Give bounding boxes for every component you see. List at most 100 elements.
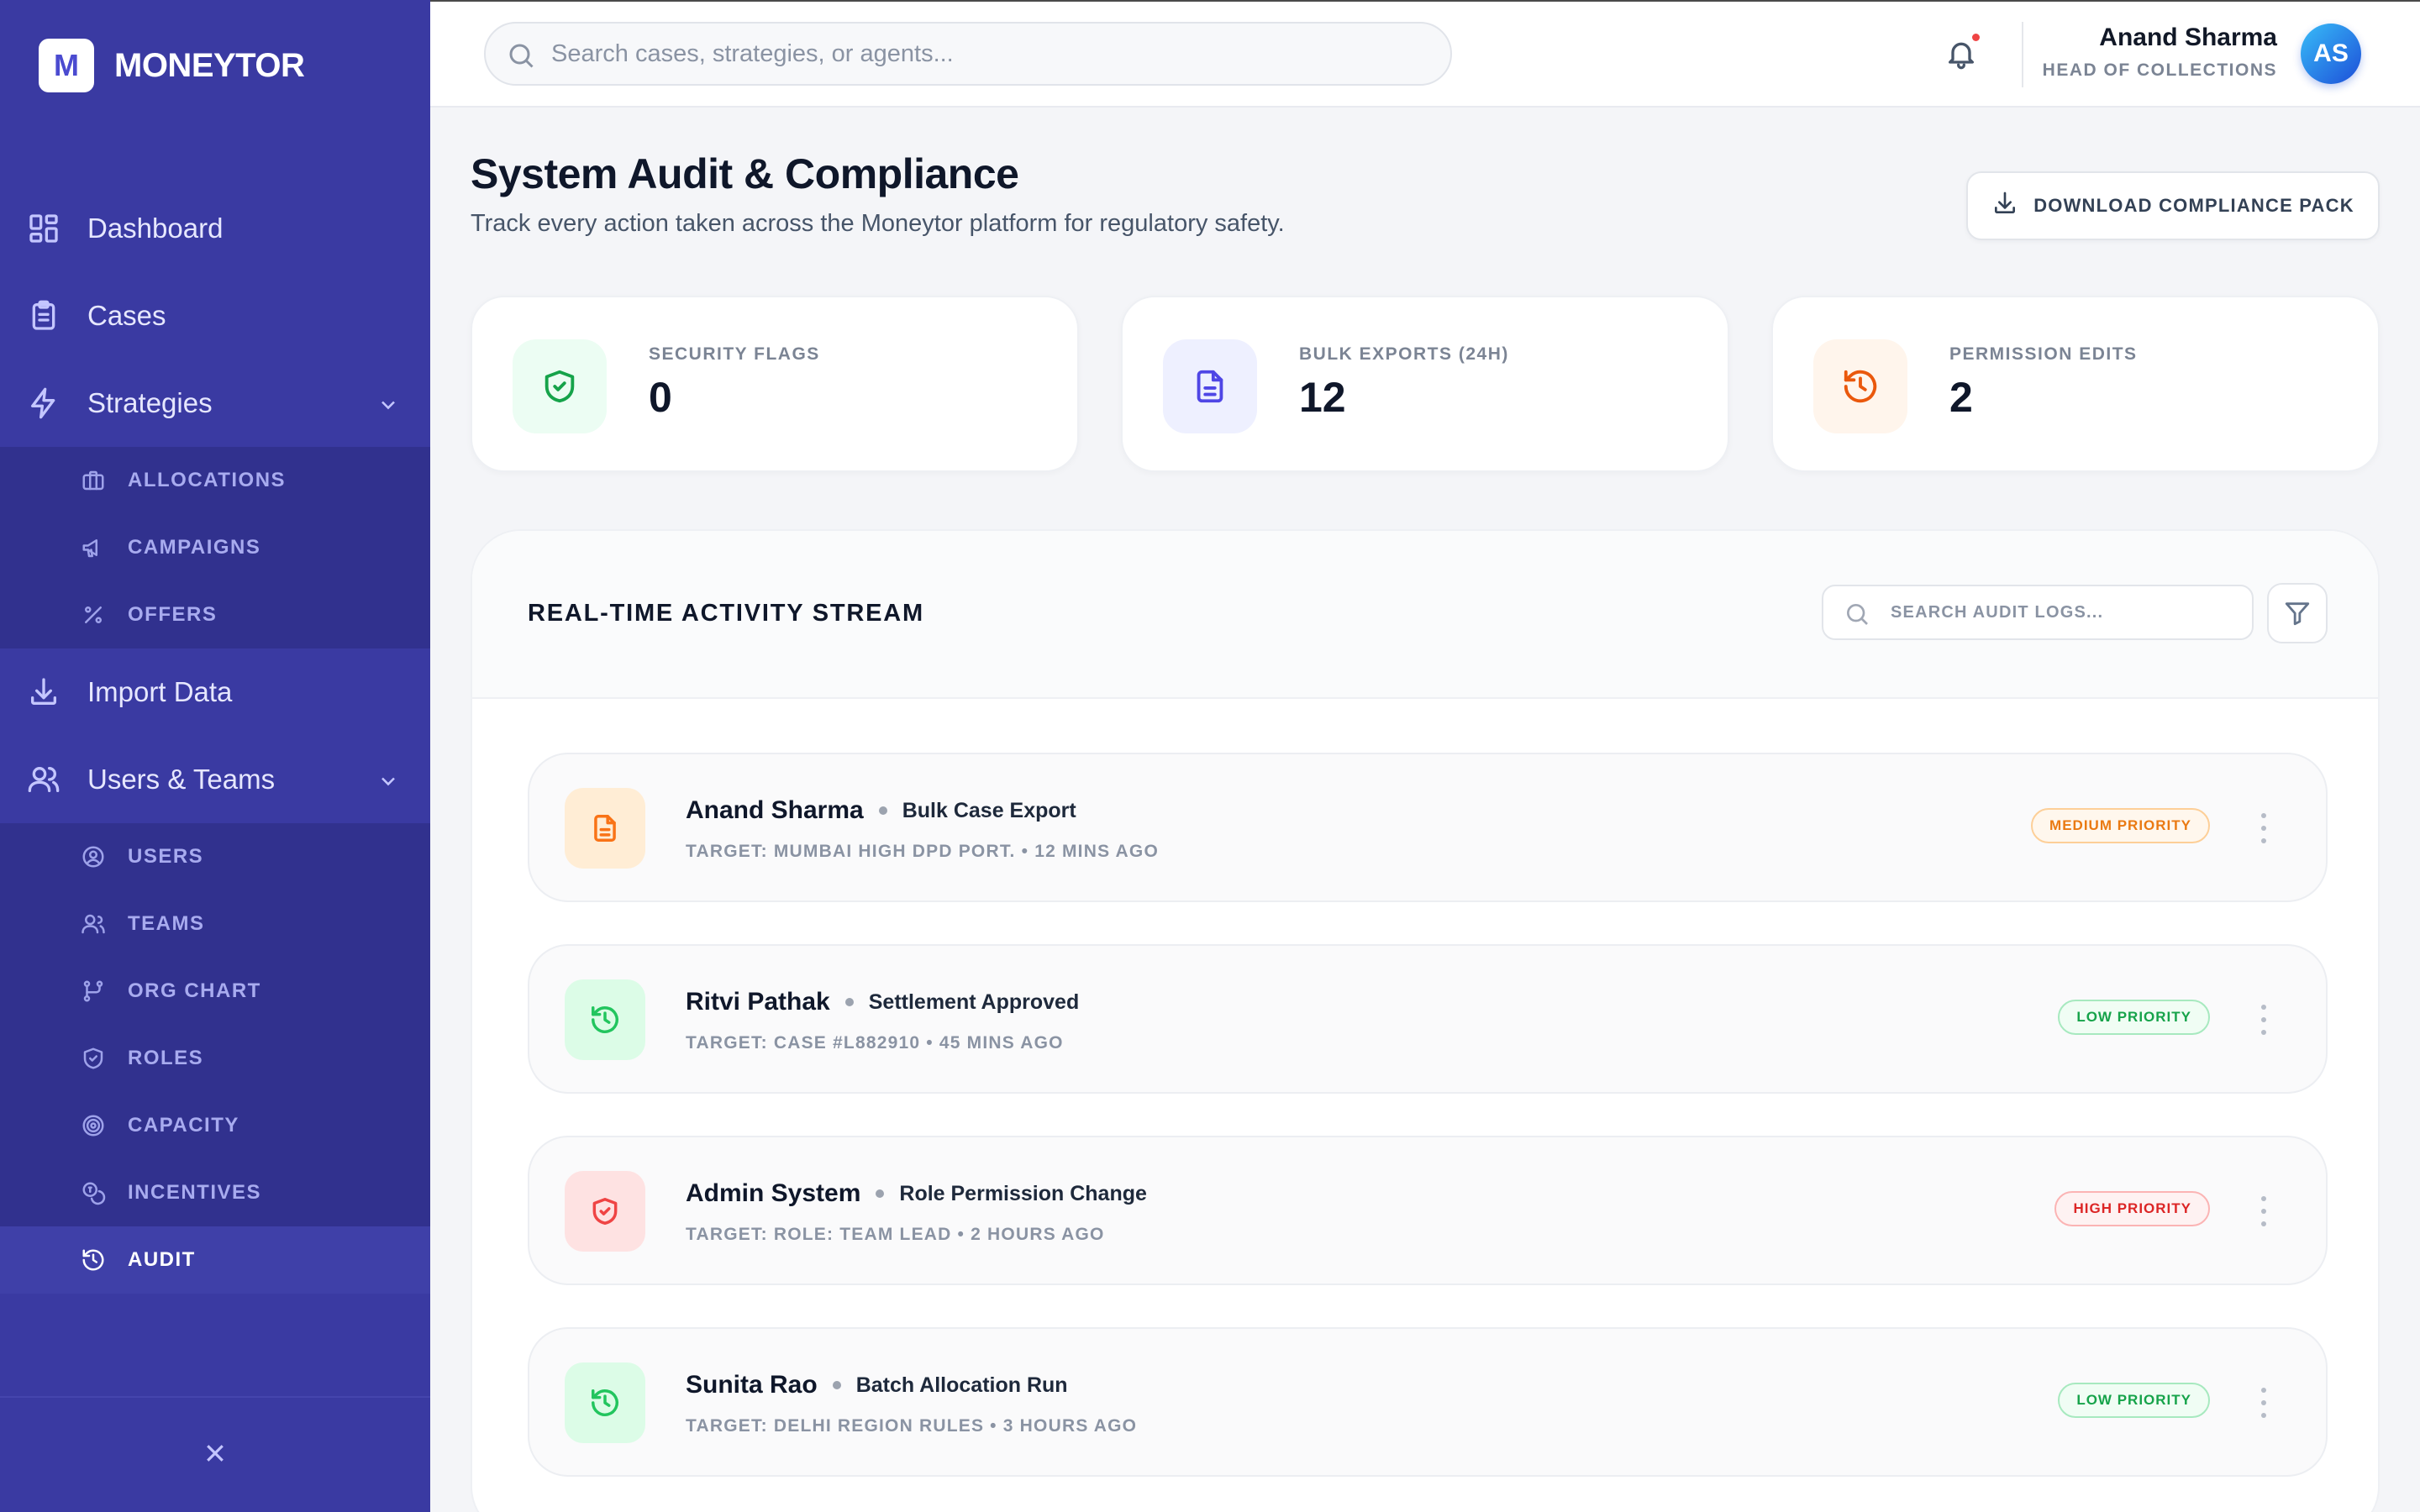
sidebar-item-label: INCENTIVES (128, 1181, 262, 1204)
target-icon (81, 1113, 106, 1138)
activity-row[interactable]: Admin System Role Permission Change TARG… (528, 1136, 2328, 1285)
avatar[interactable]: AS (2301, 24, 2361, 84)
activity-row-header: Anand Sharma Bulk Case Export (686, 796, 1076, 825)
sidebar-item-capacity[interactable]: CAPACITY (0, 1092, 430, 1159)
page-title: System Audit & Compliance (471, 150, 1019, 197)
sidebar-footer (0, 1396, 430, 1512)
page-subtitle: Track every action taken across the Mone… (471, 210, 1285, 237)
sidebar-item-users[interactable]: USERS (0, 823, 430, 890)
action-label: Settlement Approved (868, 990, 1080, 1014)
actor-name: Sunita Rao (686, 1371, 818, 1399)
history-icon (1813, 339, 1907, 433)
stat-label: PERMISSION EDITS (1949, 344, 2138, 364)
sidebar-item-teams[interactable]: TEAMS (0, 890, 430, 958)
megaphone-icon (81, 535, 106, 560)
user-profile[interactable]: Anand Sharma HEAD OF COLLECTIONS (2043, 24, 2277, 81)
activity-stream-title: REAL-TIME ACTIVITY STREAM (528, 600, 924, 627)
activity-row[interactable]: Anand Sharma Bulk Case Export TARGET: MU… (528, 753, 2328, 902)
history-icon (565, 1362, 645, 1443)
activity-meta: TARGET: ROLE: TEAM LEAD • 2 HOURS AGO (686, 1225, 1105, 1244)
activity-meta: TARGET: MUMBAI HIGH DPD PORT. • 12 MINS … (686, 842, 1159, 861)
sidebar-item-allocations[interactable]: ALLOCATIONS (0, 447, 430, 514)
audit-log-search-input[interactable]: SEARCH AUDIT LOGS... (1822, 585, 2254, 640)
action-label: Bulk Case Export (902, 798, 1076, 822)
briefcase-icon (81, 468, 106, 493)
filter-icon (2285, 602, 2310, 626)
topbar: Search cases, strategies, or agents... A… (430, 0, 2420, 108)
bolt-icon (27, 386, 60, 420)
global-search-input[interactable]: Search cases, strategies, or agents... (484, 22, 1452, 86)
separator-dot (832, 1381, 841, 1389)
search-icon (506, 40, 536, 71)
sidebar-item-offers[interactable]: OFFERS (0, 581, 430, 648)
sidebar-item-label: Import Data (87, 676, 233, 707)
notification-bell-button[interactable] (1944, 34, 1980, 71)
more-options-icon[interactable] (2259, 1388, 2269, 1418)
button-label: DOWNLOAD COMPLIANCE PACK (2033, 195, 2354, 216)
sidebar-item-org-chart[interactable]: ORG CHART (0, 958, 430, 1025)
activity-row[interactable]: Sunita Rao Batch Allocation Run TARGET: … (528, 1327, 2328, 1477)
actor-name: Admin System (686, 1179, 861, 1207)
team-icon (81, 911, 106, 937)
priority-badge: MEDIUM PRIORITY (2031, 808, 2210, 843)
sidebar-item-audit[interactable]: AUDIT (0, 1226, 430, 1294)
sidebar-item-label: ORG CHART (128, 979, 261, 1002)
sidebar-item-strategies[interactable]: Strategies (0, 360, 430, 447)
brand-logo[interactable]: M MONEYTOR (39, 39, 305, 92)
activity-row-header: Admin System Role Permission Change (686, 1179, 1147, 1208)
download-compliance-pack-button[interactable]: DOWNLOAD COMPLIANCE PACK (1966, 171, 2380, 240)
coins-icon (81, 1180, 106, 1205)
close-icon[interactable] (203, 1441, 228, 1470)
filter-button[interactable] (2267, 583, 2328, 643)
more-options-icon[interactable] (2259, 813, 2269, 843)
sidebar-item-cases[interactable]: Cases (0, 272, 430, 360)
action-label: Role Permission Change (899, 1181, 1147, 1205)
sidebar-item-campaigns[interactable]: CAMPAIGNS (0, 514, 430, 581)
actor-name: Ritvi Pathak (686, 988, 830, 1016)
shield-check-icon (565, 1171, 645, 1252)
user-role: HEAD OF COLLECTIONS (2042, 60, 2277, 80)
sidebar-item-incentives[interactable]: INCENTIVES (0, 1159, 430, 1226)
chevron-down-icon[interactable] (376, 391, 400, 415)
sidebar-nav: Dashboard Cases Strategies ALLOCATIONS C… (0, 185, 430, 1294)
sidebar-item-label: Strategies (87, 387, 213, 418)
stat-card-permission-edits: PERMISSION EDITS 2 (1771, 296, 2380, 472)
activity-stream-header: REAL-TIME ACTIVITY STREAM SEARCH AUDIT L… (472, 531, 2378, 699)
sidebar-item-label: ALLOCATIONS (128, 469, 287, 491)
sidebar-item-import-data[interactable]: Import Data (0, 648, 430, 736)
search-icon (1847, 604, 1868, 625)
stat-value: 12 (1299, 374, 1346, 421)
activity-row[interactable]: Ritvi Pathak Settlement Approved TARGET:… (528, 944, 2328, 1094)
activity-row-header: Sunita Rao Batch Allocation Run (686, 1371, 1068, 1399)
sidebar-item-roles[interactable]: ROLES (0, 1025, 430, 1092)
history-icon (565, 979, 645, 1060)
users-icon (27, 763, 60, 796)
shield-check-icon (513, 339, 607, 433)
user-name: Anand Sharma (2099, 24, 2277, 51)
sidebar-item-label: CAMPAIGNS (128, 536, 261, 559)
priority-badge: LOW PRIORITY (2058, 1000, 2210, 1035)
separator-dot (878, 806, 887, 815)
strategies-submenu: ALLOCATIONS CAMPAIGNS OFFERS (0, 447, 430, 648)
stat-value: 0 (649, 374, 672, 421)
sidebar-item-dashboard[interactable]: Dashboard (0, 185, 430, 272)
chevron-down-icon[interactable] (376, 768, 400, 791)
shield-icon (81, 1046, 106, 1071)
more-options-icon[interactable] (2259, 1196, 2269, 1226)
history-icon (81, 1247, 106, 1273)
more-options-icon[interactable] (2259, 1005, 2269, 1035)
sidebar-item-label: AUDIT (128, 1248, 196, 1271)
actor-name: Anand Sharma (686, 796, 864, 824)
sidebar-item-users-teams[interactable]: Users & Teams (0, 736, 430, 823)
separator-dot (844, 998, 854, 1006)
stat-card-security-flags: SECURITY FLAGS 0 (471, 296, 1079, 472)
download-icon (27, 675, 60, 709)
stat-label: BULK EXPORTS (24H) (1299, 344, 1509, 364)
clipboard-icon (27, 299, 60, 333)
user-circle-icon (81, 844, 106, 869)
sidebar-item-label: USERS (128, 845, 204, 868)
document-icon (1163, 339, 1257, 433)
download-icon (1991, 190, 2033, 222)
activity-stream-panel: REAL-TIME ACTIVITY STREAM SEARCH AUDIT L… (471, 529, 2380, 1512)
sidebar-item-label: ROLES (128, 1047, 204, 1069)
